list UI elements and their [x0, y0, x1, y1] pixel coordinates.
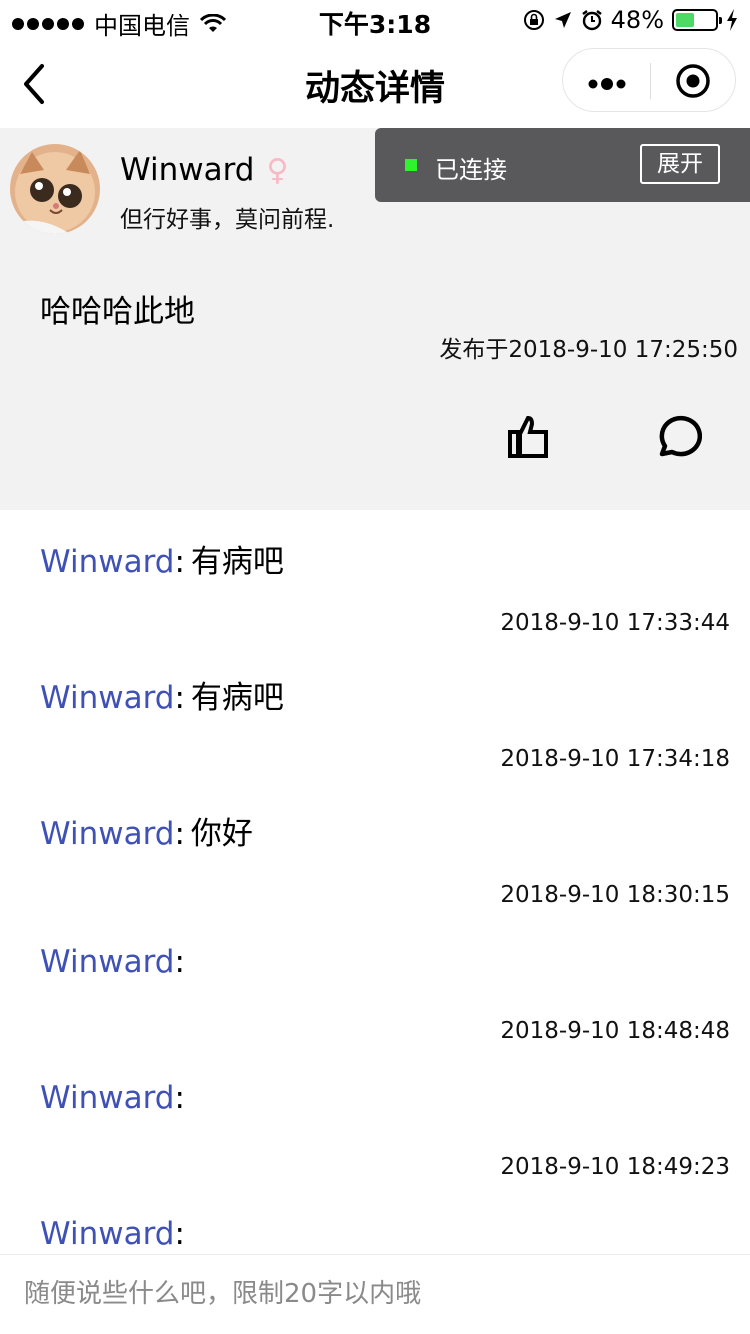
expand-button[interactable]: 展开: [640, 144, 720, 184]
comment-username[interactable]: Winward: [40, 816, 174, 852]
comment-username[interactable]: Winward: [40, 1080, 174, 1116]
more-button[interactable]: [587, 75, 627, 90]
user-bio: 但行好事，莫问前程.: [120, 207, 335, 233]
comment-separator: :: [174, 680, 185, 716]
comment-line: Winward:: [40, 944, 191, 980]
comment-item[interactable]: Winward: 有病吧 2018-9-10 17:34:18: [0, 646, 750, 782]
battery-icon: [672, 9, 722, 31]
comment-time: 2018-9-10 17:34:18: [500, 746, 730, 772]
rotation-lock-icon: [523, 10, 544, 30]
comment-text: 有病吧: [190, 680, 284, 716]
alarm-icon: [581, 10, 602, 31]
comment-input[interactable]: [0, 1255, 750, 1333]
comment-bubble-icon: [659, 415, 703, 457]
comment-item[interactable]: Winward: 你好 2018-9-10 18:30:15: [0, 782, 750, 918]
comment-time: 2018-9-10 18:48:48: [500, 1018, 730, 1044]
avatar[interactable]: [10, 144, 100, 234]
gender-female-icon: ♀: [266, 153, 289, 188]
comment-input-bar: [0, 1254, 750, 1334]
comment-line: Winward:: [40, 1216, 191, 1252]
post-published-time: 发布于2018-9-10 17:25:50: [439, 337, 738, 363]
comment-item[interactable]: Winward: 2018-9-10 18:49:23: [0, 1054, 750, 1190]
comment-time: 2018-9-10 18:30:15: [500, 882, 730, 908]
comment-line: Winward: 有病吧: [40, 536, 284, 581]
comment-time: 2018-9-10 17:33:44: [500, 610, 730, 636]
thumbs-up-icon: [508, 415, 548, 458]
connection-toast: 已连接 展开: [375, 128, 750, 202]
comment-separator: :: [174, 944, 185, 980]
charging-icon: [727, 9, 737, 31]
connection-status-indicator: [405, 159, 417, 171]
comment-username[interactable]: Winward: [40, 544, 174, 580]
comment-item[interactable]: Winward: 2018-9-10 18:48:48: [0, 918, 750, 1054]
comment-line: Winward: 你好: [40, 808, 253, 853]
close-mini-program-button[interactable]: [675, 63, 711, 99]
username-text: Winward: [120, 152, 255, 188]
comment-line: Winward:: [40, 1080, 191, 1116]
capsule-divider: [650, 63, 651, 99]
comment-line: Winward: 有病吧: [40, 672, 284, 717]
cat-avatar-image: [10, 144, 100, 234]
status-right: 48%: [523, 6, 738, 34]
comment-text: 有病吧: [190, 544, 284, 580]
location-icon: [554, 12, 571, 28]
target-close-icon: [676, 64, 710, 98]
comment-text: 你好: [190, 816, 253, 852]
status-bar: 中国电信 下午3:18 48%: [0, 0, 750, 40]
comment-separator: :: [174, 816, 185, 852]
comment-username[interactable]: Winward: [40, 944, 174, 980]
more-dots-icon: [588, 78, 626, 90]
comment-time: 2018-9-10 18:49:23: [500, 1154, 730, 1180]
comment-username[interactable]: Winward: [40, 1216, 174, 1252]
comment-list: Winward: 有病吧 2018-9-10 17:33:44 Winward: 有病吧…: [0, 510, 750, 1254]
comment-separator: :: [174, 1080, 185, 1116]
comment-username[interactable]: Winward: [40, 680, 174, 716]
battery-level-fill: [676, 13, 695, 27]
connection-status-text: 已连接: [435, 156, 507, 184]
battery-percent: 48%: [610, 6, 664, 34]
comment-separator: :: [174, 1216, 185, 1252]
comment-separator: :: [174, 544, 185, 580]
post-username[interactable]: Winward ♀: [120, 152, 288, 188]
post-content: 哈哈哈此地: [40, 294, 195, 330]
comment-button[interactable]: [656, 414, 703, 460]
comment-item[interactable]: Winward: 有病吧 2018-9-10 17:33:44: [0, 510, 750, 646]
comment-item[interactable]: Winward:: [0, 1190, 750, 1254]
nav-bar: 动态详情: [0, 40, 750, 128]
mini-program-capsule: [562, 48, 736, 112]
like-button[interactable]: [506, 414, 552, 460]
